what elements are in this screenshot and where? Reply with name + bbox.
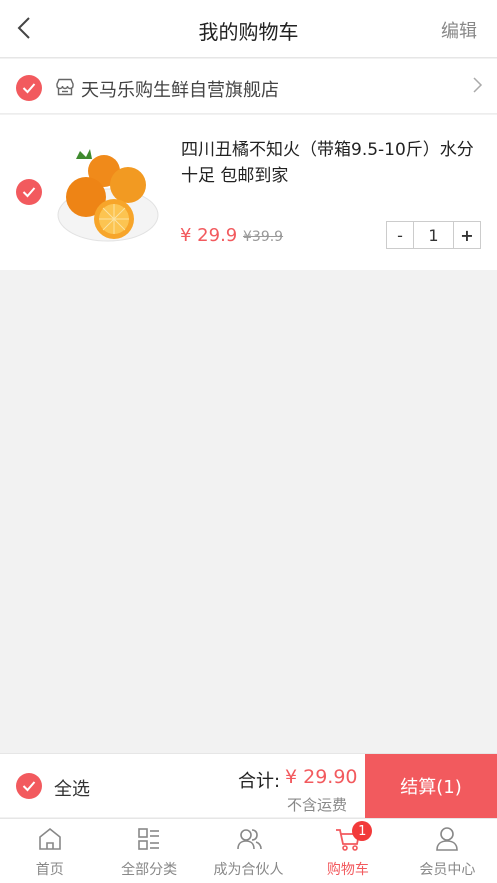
tab-label: 购物车 [326,862,369,878]
shop-name[interactable]: 天马乐购生鲜自营旗舰店 [81,76,279,102]
checkmark-icon [22,83,36,94]
tab-cart[interactable]: 1 购物车 [298,819,397,883]
tab-label: 首页 [35,862,64,878]
quantity-stepper: - 1 + [386,221,481,249]
bottom-tab-bar: 首页 全部分类 成为合伙人 1 购物车 会员中心 [0,818,497,883]
select-all-label[interactable]: 全选 [54,775,90,801]
decrease-quantity-button[interactable]: - [387,222,414,248]
tab-home[interactable]: 首页 [0,819,99,883]
tab-label: 成为合伙人 [213,862,284,878]
category-icon [138,828,160,850]
page-title: 我的购物车 [198,20,299,44]
tab-partner[interactable]: 成为合伙人 [199,819,298,883]
shop-checkbox[interactable] [16,75,42,101]
user-icon [436,827,459,851]
cart-count-badge: 1 [352,821,373,841]
item-checkbox[interactable] [16,179,42,205]
checkout-button[interactable]: 结算(1) [365,754,497,818]
shop-row: 天马乐购生鲜自营旗舰店 [0,59,497,114]
nav-header: 我的购物车 编辑 [0,0,497,58]
tab-label: 全部分类 [121,862,178,878]
quantity-input[interactable]: 1 [414,222,453,248]
shipping-note: 不含运费 [287,796,348,814]
product-title[interactable]: 四川丑橘不知火（带箱9.5-10斤）水分十足 包邮到家 [181,137,481,189]
tab-categories[interactable]: 全部分类 [99,819,198,883]
cart-item: 四川丑橘不知火（带箱9.5-10斤）水分十足 包邮到家 ¥ 29.9 ¥39.9… [0,115,497,270]
partner-icon [236,829,262,850]
edit-button[interactable]: 编辑 [441,17,477,43]
product-price: ¥ 29.9 [180,225,238,246]
checkmark-icon [22,187,36,198]
total-value: ¥ 29.90 [285,766,358,788]
tab-member-center[interactable]: 会员中心 [398,819,497,883]
select-all-checkbox[interactable] [16,773,42,799]
chevron-right-icon[interactable] [471,75,483,95]
store-icon [56,78,74,96]
checkmark-icon [22,781,36,792]
checkout-bar: 全选 合计: ¥ 29.90 不含运费 结算(1) [0,753,497,818]
increase-quantity-button[interactable]: + [453,222,480,248]
total-label: 合计: [238,771,281,792]
tab-label: 会员中心 [419,862,476,878]
home-icon [38,827,61,850]
product-image[interactable] [56,137,166,257]
product-original-price: ¥39.9 [243,229,284,245]
